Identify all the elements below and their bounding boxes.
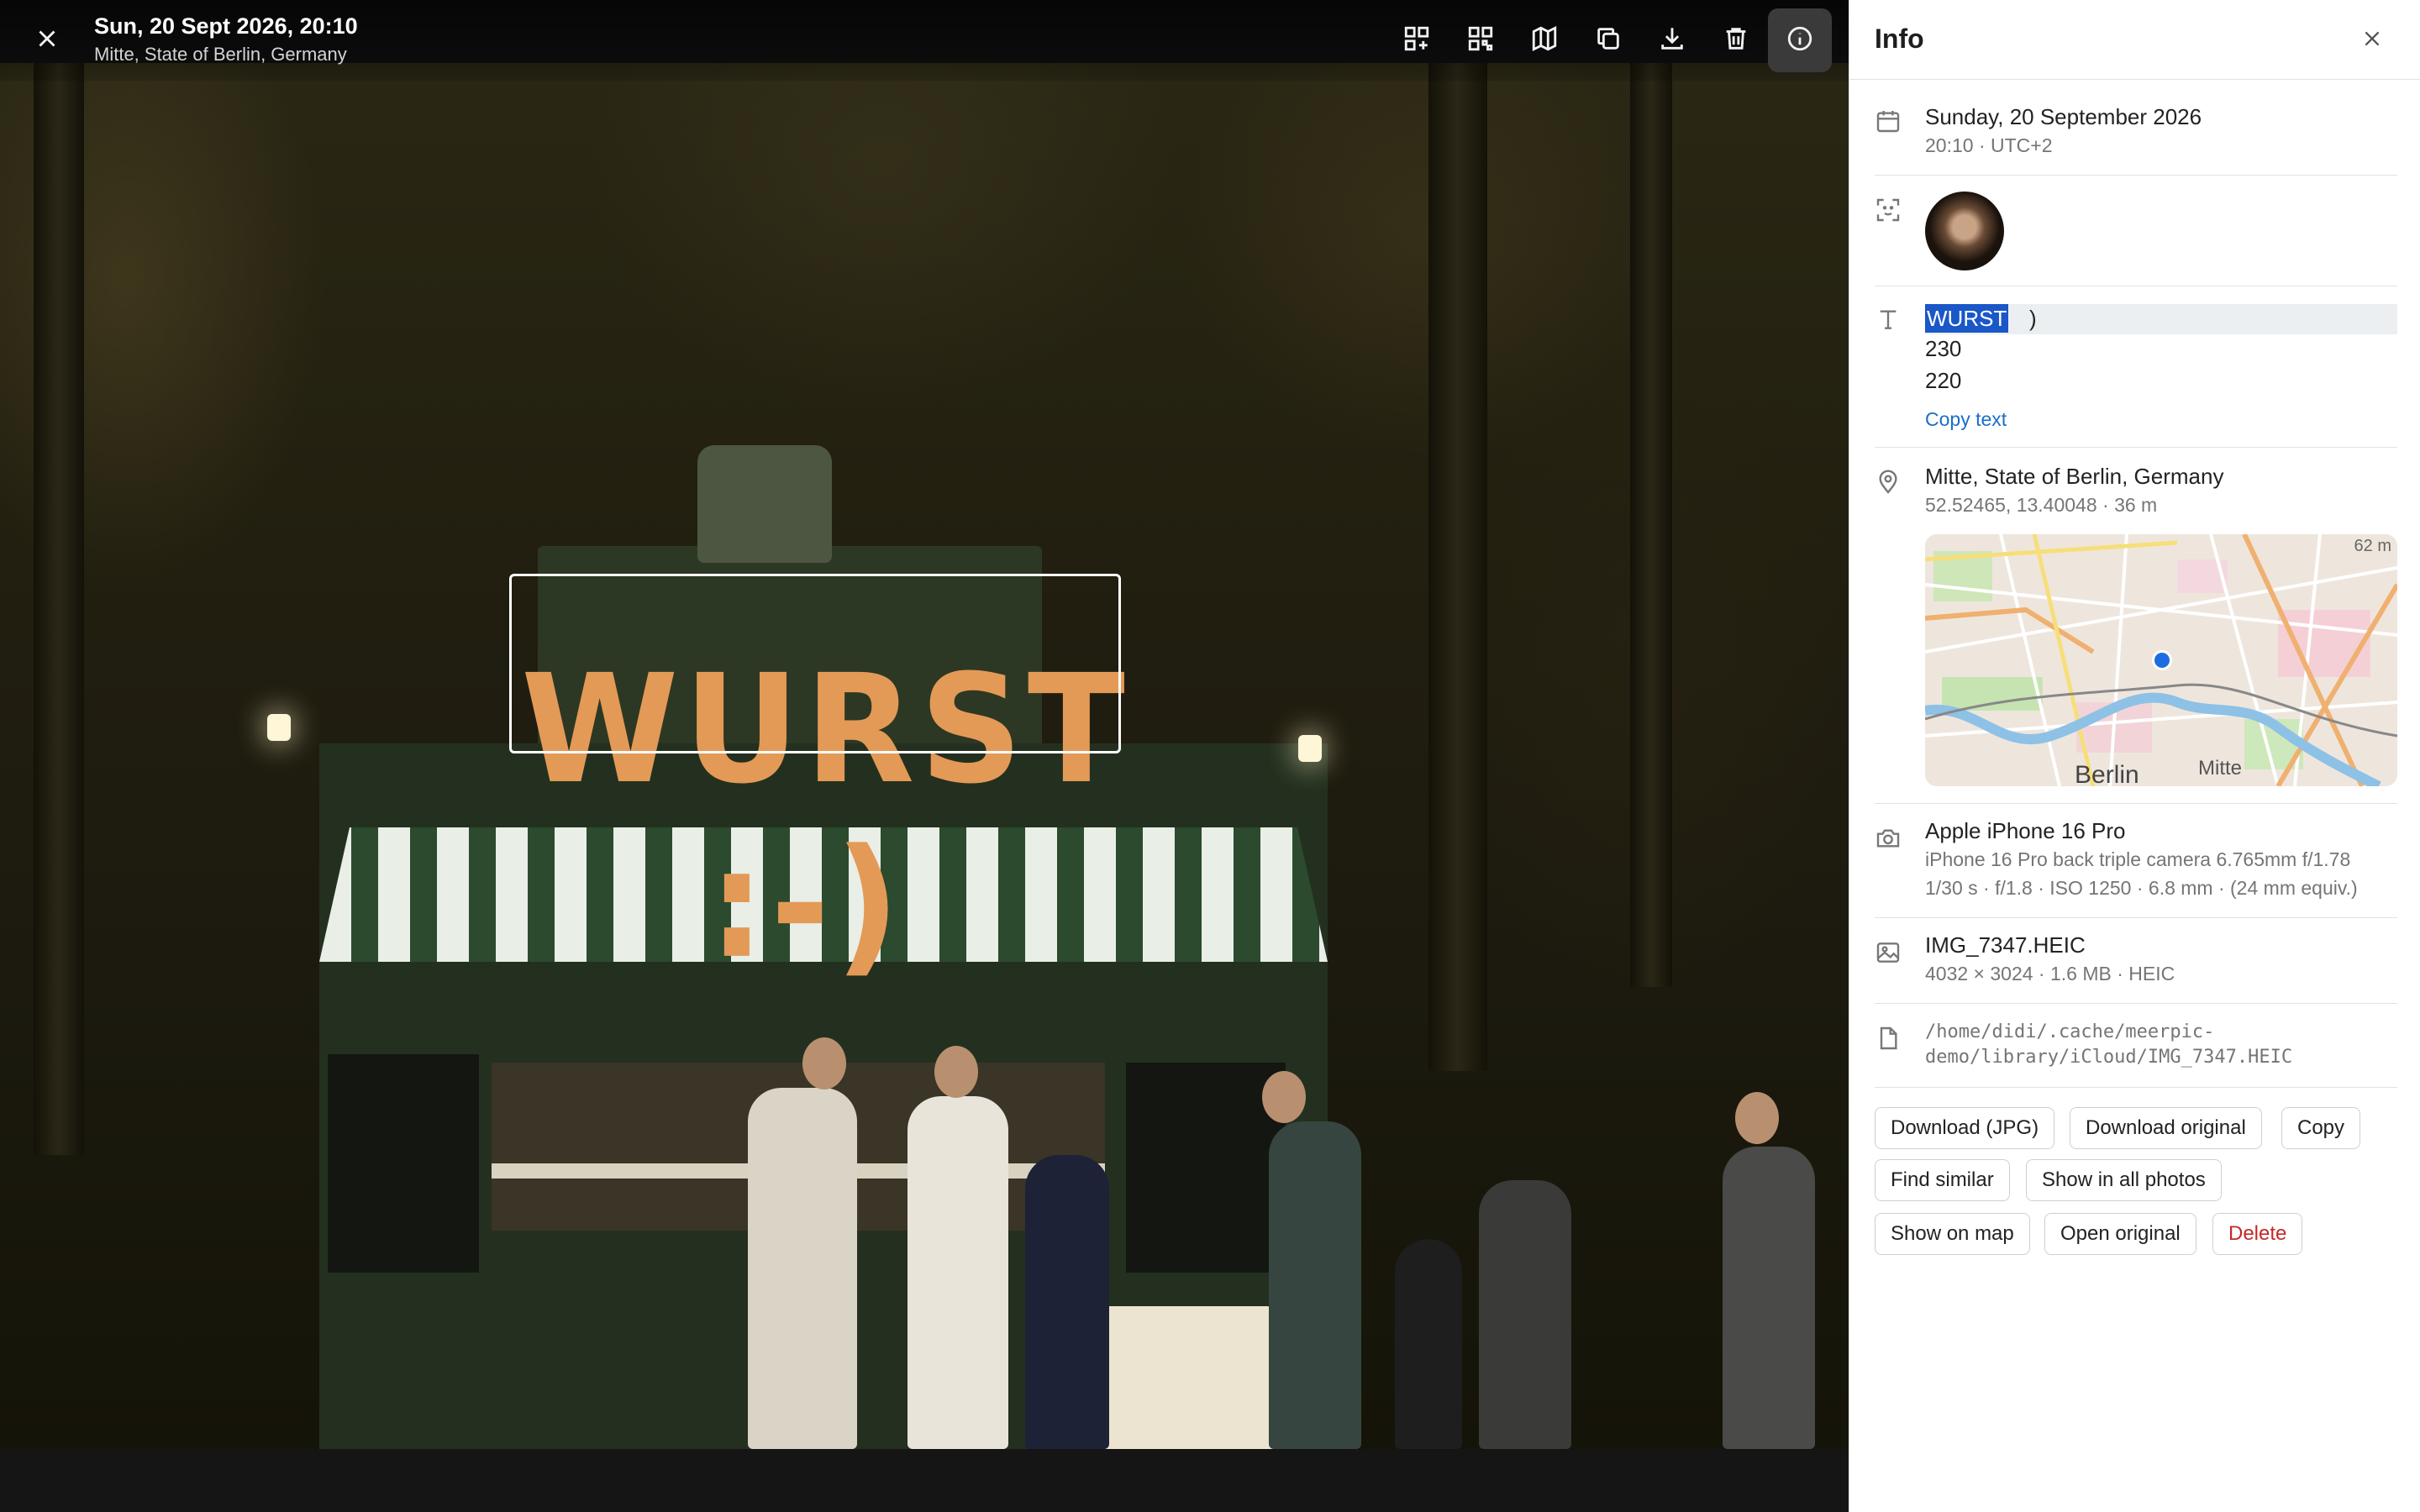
open-original-button[interactable]: Open original	[2044, 1213, 2196, 1255]
person	[748, 1088, 857, 1449]
file-icon	[1875, 1025, 1902, 1052]
date-full: Sunday, 20 September 2026	[1925, 104, 2202, 129]
camera-exposure: 1/30 s · f/1.8 · ISO 1250 · 6.8 mm · (24…	[1925, 877, 2358, 899]
viewer-bottom-bar	[0, 1449, 1849, 1512]
find-similar-button[interactable]: Find similar	[1875, 1159, 2010, 1201]
person	[1479, 1180, 1571, 1449]
divider	[1849, 79, 2420, 80]
file-details: 4032 × 3024 · 1.6 MB · HEIC	[1925, 963, 2175, 984]
add-to-collection-icon	[1402, 24, 1431, 57]
divider	[1875, 1087, 2397, 1088]
tree-trunk	[34, 63, 84, 1155]
copy-icon	[1594, 24, 1623, 57]
divider	[1875, 803, 2397, 804]
camera-model: Apple iPhone 16 Pro	[1925, 818, 2126, 843]
face-avatar[interactable]	[1925, 192, 2004, 270]
map-scale-label: 62 m	[2354, 537, 2391, 555]
qr-code-button[interactable]	[1449, 8, 1512, 72]
person	[908, 1096, 1008, 1449]
menu-board-left	[328, 1054, 479, 1273]
add-to-collection-button[interactable]	[1385, 8, 1449, 72]
map-label-mitte: Mitte	[2198, 757, 2242, 780]
download-original-button[interactable]: Download original	[2070, 1107, 2262, 1149]
photo-place-subtitle: Mitte, State of Berlin, Germany	[94, 44, 347, 65]
divider	[1875, 447, 2397, 448]
person	[1723, 1147, 1815, 1449]
download-icon	[1658, 24, 1686, 57]
photo-date-title: Sun, 20 Sept 2026, 20:10	[94, 13, 358, 39]
file-path: /home/didi/.cache/meerpic-	[1925, 1021, 2215, 1042]
location-map[interactable]: 62 m Berlin Mitte	[1925, 534, 2397, 786]
camera-lens: iPhone 16 Pro back triple camera 6.765mm…	[1925, 848, 2351, 870]
delete-button[interactable]: Delete	[2212, 1213, 2303, 1255]
info-panel-title: Info	[1875, 24, 1924, 54]
close-icon	[2361, 28, 2383, 54]
tree-trunk	[1630, 63, 1672, 987]
kiosk-chimney	[697, 445, 832, 563]
file-name: IMG_7347.HEIC	[1925, 932, 2086, 958]
location-coordinates: 52.52465, 13.40048 · 36 m	[1925, 494, 2158, 516]
time-zone: 20:10 · UTC+2	[1925, 134, 2053, 156]
image-icon	[1875, 939, 1902, 966]
map-label-berlin: Berlin	[2075, 761, 2139, 786]
close-icon	[33, 24, 61, 57]
trash-icon	[1722, 24, 1750, 57]
location-name: Mitte, State of Berlin, Germany	[1925, 464, 2224, 489]
location-pin-icon	[1875, 469, 1902, 496]
ocr-text-selection[interactable]: WURST	[1925, 304, 2009, 333]
close-info-button[interactable]	[2350, 18, 2394, 62]
person-head	[1735, 1092, 1779, 1144]
person-head	[802, 1037, 846, 1089]
divider	[1875, 917, 2397, 918]
info-button[interactable]	[1768, 8, 1832, 72]
copy-photo-button[interactable]: Copy	[2281, 1107, 2361, 1149]
file-path: demo/library/iCloud/IMG_7347.HEIC	[1925, 1047, 2293, 1068]
map-icon	[1530, 24, 1559, 57]
close-viewer-button[interactable]	[15, 8, 79, 72]
person-head	[934, 1046, 978, 1098]
tree-trunk	[1428, 63, 1487, 1071]
person	[1025, 1155, 1109, 1449]
divider	[1875, 175, 2397, 176]
download-button[interactable]	[1640, 8, 1704, 72]
photo-viewer: WURST :-) Sun, 20 Sept 2026, 20:10 Mitte…	[0, 0, 1849, 1512]
person-head	[1262, 1071, 1306, 1123]
lamp	[267, 714, 291, 741]
divider	[1875, 1003, 2397, 1004]
ocr-text-line[interactable]: 220	[1925, 368, 1961, 394]
calendar-icon	[1875, 108, 1902, 134]
lamp	[1298, 735, 1322, 762]
map-tiles: 62 m Berlin Mitte	[1925, 534, 2397, 786]
camera-icon	[1875, 825, 1902, 852]
person	[1269, 1121, 1361, 1449]
copy-button[interactable]	[1576, 8, 1640, 72]
show-in-all-photos-button[interactable]: Show in all photos	[2026, 1159, 2222, 1201]
face-scan-icon	[1875, 197, 1902, 223]
map-button[interactable]	[1512, 8, 1576, 72]
text-icon	[1875, 306, 1902, 333]
photo: WURST :-)	[0, 63, 1849, 1449]
show-on-map-button[interactable]: Show on map	[1875, 1213, 2030, 1255]
delete-photo-button[interactable]	[1704, 8, 1768, 72]
person	[1395, 1239, 1462, 1449]
ocr-text-line[interactable]: 230	[1925, 336, 1961, 362]
qr-code-icon	[1466, 24, 1495, 57]
copy-text-link[interactable]: Copy text	[1925, 408, 2007, 431]
info-panel: Info Sunday, 20 September 2026 20:10 · U…	[1849, 0, 2420, 1512]
download-jpg-button[interactable]: Download (JPG)	[1875, 1107, 2055, 1149]
viewer-toolbar: Sun, 20 Sept 2026, 20:10 Mitte, State of…	[0, 0, 1849, 81]
ocr-text-line[interactable]: )	[2029, 304, 2037, 333]
ocr-text-region[interactable]	[509, 574, 1121, 753]
info-icon	[1786, 24, 1814, 57]
